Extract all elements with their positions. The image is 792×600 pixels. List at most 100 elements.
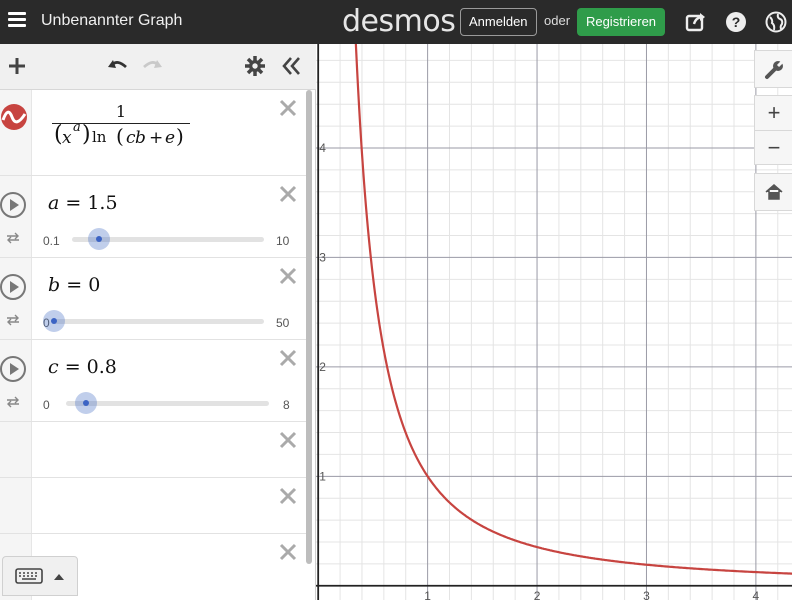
redo-icon[interactable] — [142, 55, 164, 77]
graph-settings-button[interactable] — [754, 50, 792, 88]
expression-gutter — [0, 258, 32, 339]
collapse-double-chevron-icon[interactable] — [280, 55, 302, 77]
y-tick-label: 4 — [319, 141, 326, 155]
delete-expression-icon[interactable] — [278, 98, 298, 118]
zoom-out-button[interactable]: − — [755, 131, 792, 166]
top-bar: Unbenannter Graph desmos Anmelden oder R… — [0, 0, 792, 44]
slider-equals: = — [64, 356, 81, 378]
add-icon[interactable] — [6, 55, 28, 77]
denominator-plus: + — [149, 128, 164, 148]
expression-row-slider-c[interactable]: c = 0.8 0 8 — [0, 340, 306, 422]
delete-expression-icon[interactable] — [278, 430, 298, 450]
play-slider-icon[interactable] — [0, 192, 26, 218]
slider-variable: c — [48, 356, 59, 378]
function-curve — [319, 22, 792, 575]
loop-mode-icon[interactable] — [6, 396, 20, 408]
menu-icon[interactable] — [8, 12, 26, 28]
x-tick-label: 3 — [643, 589, 650, 600]
expression-row-slider-a[interactable]: a = 1.5 0.1 10 — [0, 176, 306, 258]
keyboard-icon — [15, 568, 43, 584]
slider-handle[interactable] — [43, 310, 65, 332]
loop-mode-icon[interactable] — [6, 314, 20, 326]
expression-list: 1 ( x a ) ln ( c b + e ) a = 1.5 0.1 10 … — [0, 90, 306, 600]
expression-toolbar — [0, 44, 316, 90]
y-tick-label: 3 — [319, 250, 326, 264]
caret-up-icon — [54, 574, 64, 580]
login-button[interactable]: Anmelden — [460, 8, 537, 36]
expression-gutter — [0, 340, 32, 421]
slider-min[interactable]: 0.1 — [43, 234, 60, 248]
denominator-function: ln — [92, 128, 107, 146]
major-gridlines — [316, 44, 792, 600]
slider-min[interactable]: 0 — [43, 398, 50, 412]
slider-equation-c[interactable]: c = 0.8 — [48, 356, 117, 378]
desmos-logo: desmos — [342, 4, 456, 39]
slider-variable: b — [48, 274, 61, 296]
loop-mode-icon[interactable] — [6, 232, 20, 244]
share-icon[interactable] — [685, 11, 707, 33]
slider-value: 1.5 — [87, 192, 118, 214]
expression-panel: 1 ( x a ) ln ( c b + e ) a = 1.5 0.1 10 … — [0, 44, 316, 600]
settings-gear-icon[interactable] — [244, 55, 266, 77]
zoom-controls: + − — [754, 95, 792, 165]
expression-row-function[interactable]: 1 ( x a ) ln ( c b + e ) — [0, 90, 306, 176]
zoom-in-button[interactable]: + — [755, 96, 792, 131]
x-tick-label: 2 — [534, 589, 541, 600]
minor-gridlines — [316, 44, 792, 600]
empty-expression-row[interactable] — [0, 478, 306, 534]
expression-gutter — [0, 176, 32, 257]
home-zoom-button[interactable] — [754, 173, 792, 211]
denominator-arg-b: b — [135, 128, 146, 148]
expression-gutter — [0, 422, 32, 477]
slider-max[interactable]: 50 — [276, 316, 289, 330]
delete-expression-icon[interactable] — [278, 542, 298, 562]
delete-expression-icon[interactable] — [278, 184, 298, 204]
wrench-icon — [765, 60, 784, 79]
graph-color-toggle-icon[interactable] — [0, 102, 30, 132]
y-tick-label: 2 — [319, 360, 326, 374]
play-slider-icon[interactable] — [0, 274, 26, 300]
delete-expression-icon[interactable] — [278, 348, 298, 368]
delete-expression-icon[interactable] — [278, 266, 298, 286]
slider-equation-b[interactable]: b = 0 — [48, 274, 100, 296]
graph-canvas[interactable]: 1 2 3 4 1 2 3 4 — [316, 22, 792, 600]
expression-list-scrollbar[interactable] — [306, 90, 312, 564]
empty-expression-row[interactable] — [0, 422, 306, 478]
slider-track[interactable] — [54, 319, 264, 324]
keyboard-toggle-button[interactable] — [2, 556, 78, 596]
undo-icon[interactable] — [106, 55, 128, 77]
home-icon — [765, 184, 783, 200]
slider-variable: a — [48, 192, 60, 214]
svg-text:?: ? — [732, 14, 741, 30]
slider-value: 0.8 — [86, 356, 117, 378]
slider-handle[interactable] — [75, 392, 98, 414]
slider-handle[interactable] — [88, 228, 111, 250]
slider-max[interactable]: 10 — [276, 234, 289, 248]
slider-equals: = — [65, 192, 82, 214]
denominator-exponent: a — [73, 120, 81, 135]
delete-expression-icon[interactable] — [278, 486, 298, 506]
expression-gutter — [0, 478, 32, 533]
graph-paper[interactable]: 1 2 3 4 1 2 3 4 + − — [316, 22, 792, 600]
y-tick-label: 1 — [319, 469, 326, 483]
formula-denominator: ( x a ) ln ( c b + e ) — [54, 120, 184, 148]
x-tick-label: 1 — [424, 589, 431, 600]
or-label: oder — [544, 13, 571, 28]
register-button[interactable]: Registrieren — [577, 8, 665, 36]
slider-equals: = — [66, 274, 83, 296]
play-slider-icon[interactable] — [0, 356, 26, 382]
language-globe-icon[interactable] — [765, 11, 787, 33]
graph-title[interactable]: Unbenannter Graph — [41, 12, 182, 30]
slider-equation-a[interactable]: a = 1.5 — [48, 192, 118, 214]
help-icon[interactable]: ? — [725, 11, 747, 33]
function-formula[interactable]: 1 ( x a ) ln ( c b + e ) — [52, 102, 192, 150]
x-tick-label: 4 — [753, 589, 760, 600]
denominator-arg-e: e — [165, 128, 176, 148]
expression-gutter — [0, 90, 32, 175]
tick-labels: 1 2 3 4 1 2 3 4 — [319, 141, 759, 600]
slider-max[interactable]: 8 — [283, 398, 290, 412]
denominator-base: x — [62, 128, 72, 148]
axes — [316, 44, 792, 600]
expression-row-slider-b[interactable]: b = 0 0 50 — [0, 258, 306, 340]
slider-value: 0 — [88, 274, 101, 296]
